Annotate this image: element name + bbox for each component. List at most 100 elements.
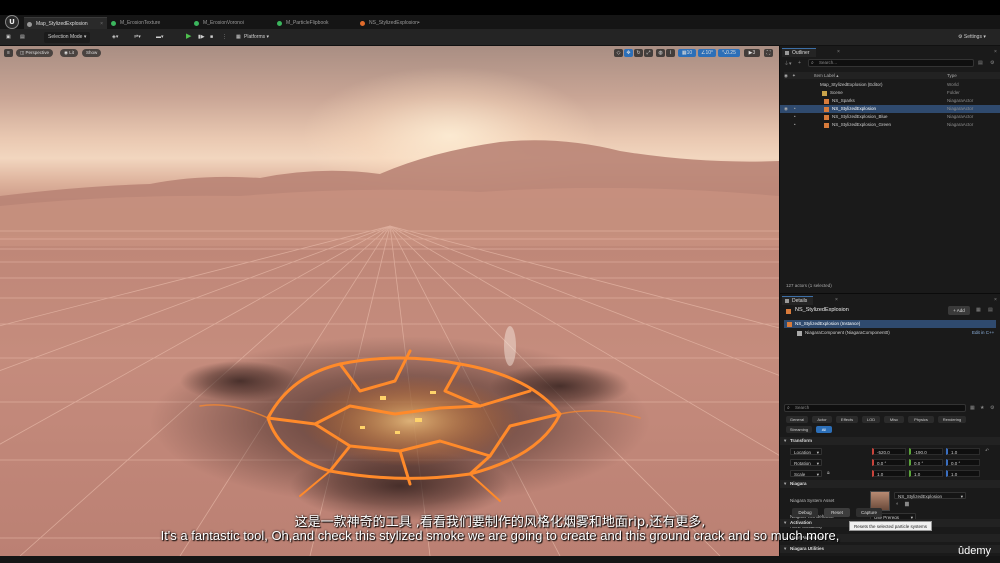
tab-physics[interactable]: Physics [908, 416, 934, 423]
tab-all[interactable]: All [816, 426, 832, 433]
tab-streaming[interactable]: Streaming [786, 426, 812, 433]
blueprint-icon[interactable]: ▦ [976, 307, 981, 313]
stop-icon[interactable]: ■ [210, 32, 213, 43]
selection-mode-dropdown[interactable]: Selection Mode ▾ [44, 32, 91, 43]
pin-icon[interactable]: • [794, 105, 796, 113]
outliner-row-selected[interactable]: ◉ • NS_StylizedExplosion NiagaraActor [780, 105, 1000, 113]
outliner-row[interactable]: • NS_StylizedExplosion_Green NiagaraActo… [780, 121, 1000, 129]
cinematics-icon[interactable]: ▬▾ [156, 32, 164, 43]
rotation-mode-dropdown[interactable]: Rotation ▾ [790, 459, 822, 466]
tab-rendering[interactable]: Rendering [938, 416, 966, 423]
perspective-button[interactable]: ◫ Perspective [16, 49, 54, 57]
show-button[interactable]: Show [82, 49, 102, 57]
level-viewport[interactable]: ≡ ◫ Perspective ◉ Lit Show ◇ ✥ ↻ ⤢ ◍ ⌇ ▦… [0, 46, 779, 556]
niagara-system-asset-dropdown[interactable]: NS_StylizedExplosion ▾ [894, 492, 966, 499]
world-local-icon[interactable]: ◍ [656, 49, 665, 57]
tab-m-erosion-texture[interactable]: M_ErosionTexture [108, 17, 190, 29]
close-icon[interactable]: × [837, 49, 840, 55]
details-search-input[interactable]: ⌕ Search [784, 404, 966, 412]
rotation-z-field[interactable]: 0.0 ° [946, 459, 980, 466]
tab-ns-stylized-explosion[interactable]: NS_StylizedExplosion• [357, 17, 447, 29]
transform-section[interactable]: ▾ Transform [780, 437, 1000, 445]
panel-close-icon[interactable]: × [994, 49, 997, 55]
niagara-section[interactable]: ▾ Niagara [780, 480, 1000, 488]
scale-z-field[interactable]: 1.0 [946, 470, 980, 477]
camera-speed-button[interactable]: ▶3 [744, 49, 760, 57]
grid-snap-toggle[interactable]: ▦10 [678, 49, 696, 57]
scale-snap-toggle[interactable]: ⤡0.25 [718, 49, 740, 57]
scale-x-field[interactable]: 1.0 [872, 470, 906, 477]
add-icon[interactable]: + [798, 60, 801, 66]
folder-add-icon[interactable]: ▤ [978, 60, 983, 66]
filter-icon[interactable]: ⏚▾ [784, 60, 792, 67]
scale-y-field[interactable]: 1.0 [909, 470, 943, 477]
quick-add-icon[interactable]: ◈▾ [112, 32, 118, 43]
reset-arrow-icon[interactable]: ↶ [985, 448, 989, 454]
location-mode-dropdown[interactable]: Location ▾ [790, 448, 822, 455]
browse-icon[interactable]: ◐ [896, 501, 899, 507]
details-tab[interactable]: Details [782, 296, 814, 305]
type-column[interactable]: Type [947, 72, 957, 79]
tab-map-stylized-explosion[interactable]: Map_StylizedExplosion × [24, 17, 107, 29]
rotate-icon[interactable]: ↻ [634, 49, 643, 57]
property-matrix-icon[interactable]: ▦ [970, 405, 975, 411]
rotation-x-field[interactable]: 0.0 ° [872, 459, 906, 466]
location-y-field[interactable]: -190.0 [909, 448, 943, 455]
right-panel: Outliner × × ⏚▾ + ⌕ Search... ▤ ⚙ ◉ ✦ It… [779, 46, 1000, 556]
scale-mode-dropdown[interactable]: Scale ▾ [790, 470, 822, 477]
outliner-row[interactable]: • NS_StylizedExplosion_Blue NiagaraActor [780, 113, 1000, 121]
outliner-search-input[interactable]: ⌕ Search... [808, 59, 974, 67]
outliner-header: ◉ ✦ Item Label ▴ Type [784, 72, 1000, 79]
angle-snap-value: 10° [705, 50, 714, 56]
content-browser-icon[interactable]: ▤ [20, 32, 25, 43]
play-options-icon[interactable]: ⋮ [222, 32, 227, 43]
favorite-star-icon[interactable]: ★ [980, 405, 984, 411]
tab-lod[interactable]: LOD [862, 416, 880, 423]
panel-close-icon[interactable]: × [994, 297, 997, 303]
angle-snap-toggle[interactable]: ∠10° [698, 49, 716, 57]
outliner-row[interactable]: Map_StylizedExplosion (Editor) World [780, 81, 1000, 89]
platforms-icon[interactable]: ▦ [236, 32, 241, 43]
settings-dropdown[interactable]: ⚙ Settings ▾ [958, 32, 986, 43]
platforms-dropdown[interactable]: Platforms ▾ [244, 32, 269, 43]
lock-icon[interactable]: 🔒︎ [827, 470, 830, 476]
translate-icon[interactable]: ✥ [624, 49, 633, 57]
tab-m-particle-flipbook[interactable]: M_ParticleFlipbook [274, 17, 356, 29]
play-icon[interactable]: ▶ [186, 31, 191, 42]
scale-icon[interactable]: ⤢ [644, 49, 653, 57]
component-row[interactable]: NiagaraComponent (NiagaraComponent0) Edi… [784, 329, 996, 337]
viewport-menu-icon[interactable]: ≡ [4, 49, 13, 57]
tab-general[interactable]: General [786, 416, 808, 423]
realtime-icon[interactable]: ◇ [614, 49, 623, 57]
outliner-tab[interactable]: Outliner [782, 48, 816, 57]
add-component-button[interactable]: + Add [948, 306, 970, 315]
edit-in-cpp-link[interactable]: Edit in C++ [972, 329, 994, 337]
location-x-field[interactable]: -520.0 [872, 448, 906, 455]
save-icon[interactable]: ▣ [6, 32, 11, 43]
surface-snap-icon[interactable]: ⌇ [666, 49, 675, 57]
tab-m-erosion-voronoi[interactable]: M_ErosionVoronoi [191, 17, 273, 29]
unreal-logo-icon[interactable]: U [5, 15, 19, 29]
visibility-icon[interactable]: ◉ [784, 105, 788, 113]
tab-effects[interactable]: Effects [836, 416, 858, 423]
tab-actor[interactable]: Actor [812, 416, 832, 423]
component-instance-row[interactable]: NS_StylizedExplosion (Instance) [784, 320, 996, 328]
step-icon[interactable]: ▮▶ [198, 32, 205, 43]
close-icon[interactable]: × [835, 297, 838, 303]
maximize-viewport-icon[interactable]: ⛶ [764, 49, 773, 57]
lit-button[interactable]: ◉ Lit [60, 49, 78, 57]
pin-icon[interactable]: • [794, 113, 796, 121]
udemy-watermark: ûdemy [958, 545, 992, 557]
item-label-column[interactable]: Item Label ▴ [814, 72, 839, 79]
pin-icon[interactable]: • [794, 121, 796, 129]
blueprints-icon[interactable]: ⇌▾ [134, 32, 141, 43]
outliner-row[interactable]: NS_Sparks NiagaraActor [780, 97, 1000, 105]
pin-icon[interactable]: ▤ [988, 307, 993, 313]
tab-misc[interactable]: Misc [884, 416, 904, 423]
settings-icon[interactable]: ⚙ [990, 405, 994, 411]
location-z-field[interactable]: 1.0 [946, 448, 980, 455]
outliner-row[interactable]: Scene Folder [780, 89, 1000, 97]
folder-icon[interactable]: ▆ [905, 501, 909, 507]
rotation-y-field[interactable]: 0.0 ° [909, 459, 943, 466]
settings-icon[interactable]: ⚙ [990, 60, 994, 66]
